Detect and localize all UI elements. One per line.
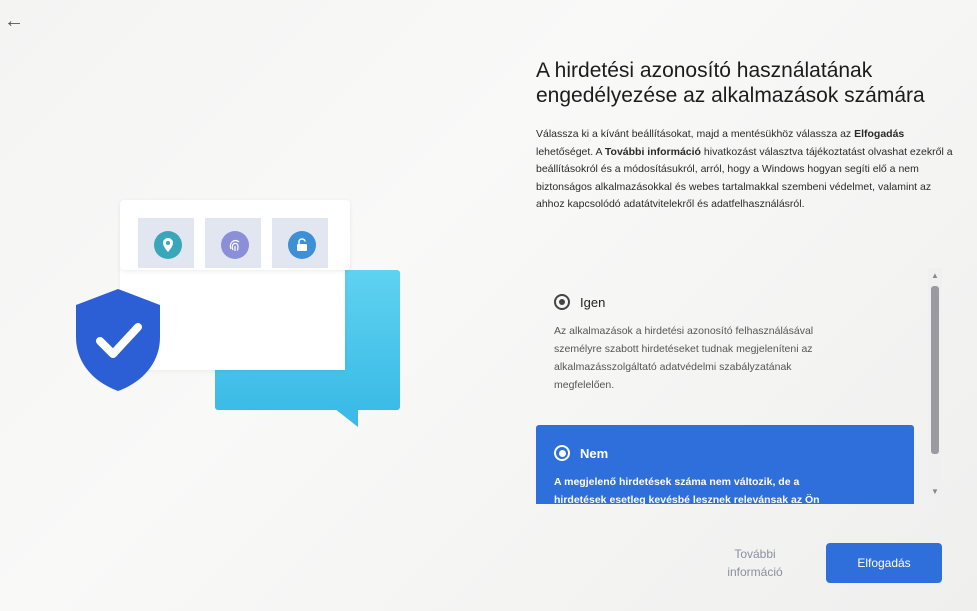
- unlock-icon: [288, 231, 316, 259]
- option-no-description: A megjelenő hirdetések száma nem változi…: [554, 476, 820, 504]
- fingerprint-tile: [205, 218, 261, 268]
- scroll-thumb[interactable]: [931, 286, 939, 454]
- lock-tile: [272, 218, 328, 268]
- accept-button[interactable]: Elfogadás: [826, 543, 942, 583]
- oobe-screen: ← A hirdetési azonosító használatának en…: [0, 0, 977, 611]
- fingerprint-icon: [221, 231, 249, 259]
- scroll-down-icon[interactable]: ▼: [928, 486, 942, 498]
- shield-check-icon: [76, 289, 160, 391]
- back-arrow-icon[interactable]: ←: [4, 10, 26, 32]
- page-title: A hirdetési azonosító használatának enge…: [536, 59, 925, 107]
- option-yes-label: Igen: [580, 294, 606, 310]
- radio-selected-icon[interactable]: [554, 445, 570, 461]
- description-accept-term: Elfogadás: [854, 128, 905, 140]
- radio-unselected-icon[interactable]: [554, 294, 570, 310]
- options-list: Igen Az alkalmazások a hirdetési azonosí…: [536, 268, 942, 504]
- option-no[interactable]: Nem A megjelenő hirdetések száma nem vál…: [536, 425, 914, 504]
- option-yes-description: Az alkalmazások a hirdetési azonosító fe…: [554, 325, 814, 391]
- description-text: Válassza ki a kívánt beállításokat, majd…: [536, 128, 855, 140]
- privacy-illustration: [60, 190, 460, 440]
- page-description: Válassza ki a kívánt beállításokat, majd…: [536, 126, 956, 214]
- more-info-link[interactable]: További információ: [712, 545, 798, 581]
- location-pin-icon: [154, 231, 182, 259]
- location-tile: [138, 218, 194, 268]
- option-no-label: Nem: [580, 445, 609, 461]
- option-yes[interactable]: Igen Az alkalmazások a hirdetési azonosí…: [536, 274, 914, 416]
- permission-icons-card: [120, 200, 350, 270]
- options-scrollbar[interactable]: ▲ ▼: [928, 268, 942, 500]
- scroll-up-icon[interactable]: ▲: [928, 270, 942, 282]
- description-text: lehetőséget. A: [536, 145, 605, 158]
- chat-bubble-tail: [330, 405, 358, 427]
- description-more-info-term: További információ: [604, 145, 701, 158]
